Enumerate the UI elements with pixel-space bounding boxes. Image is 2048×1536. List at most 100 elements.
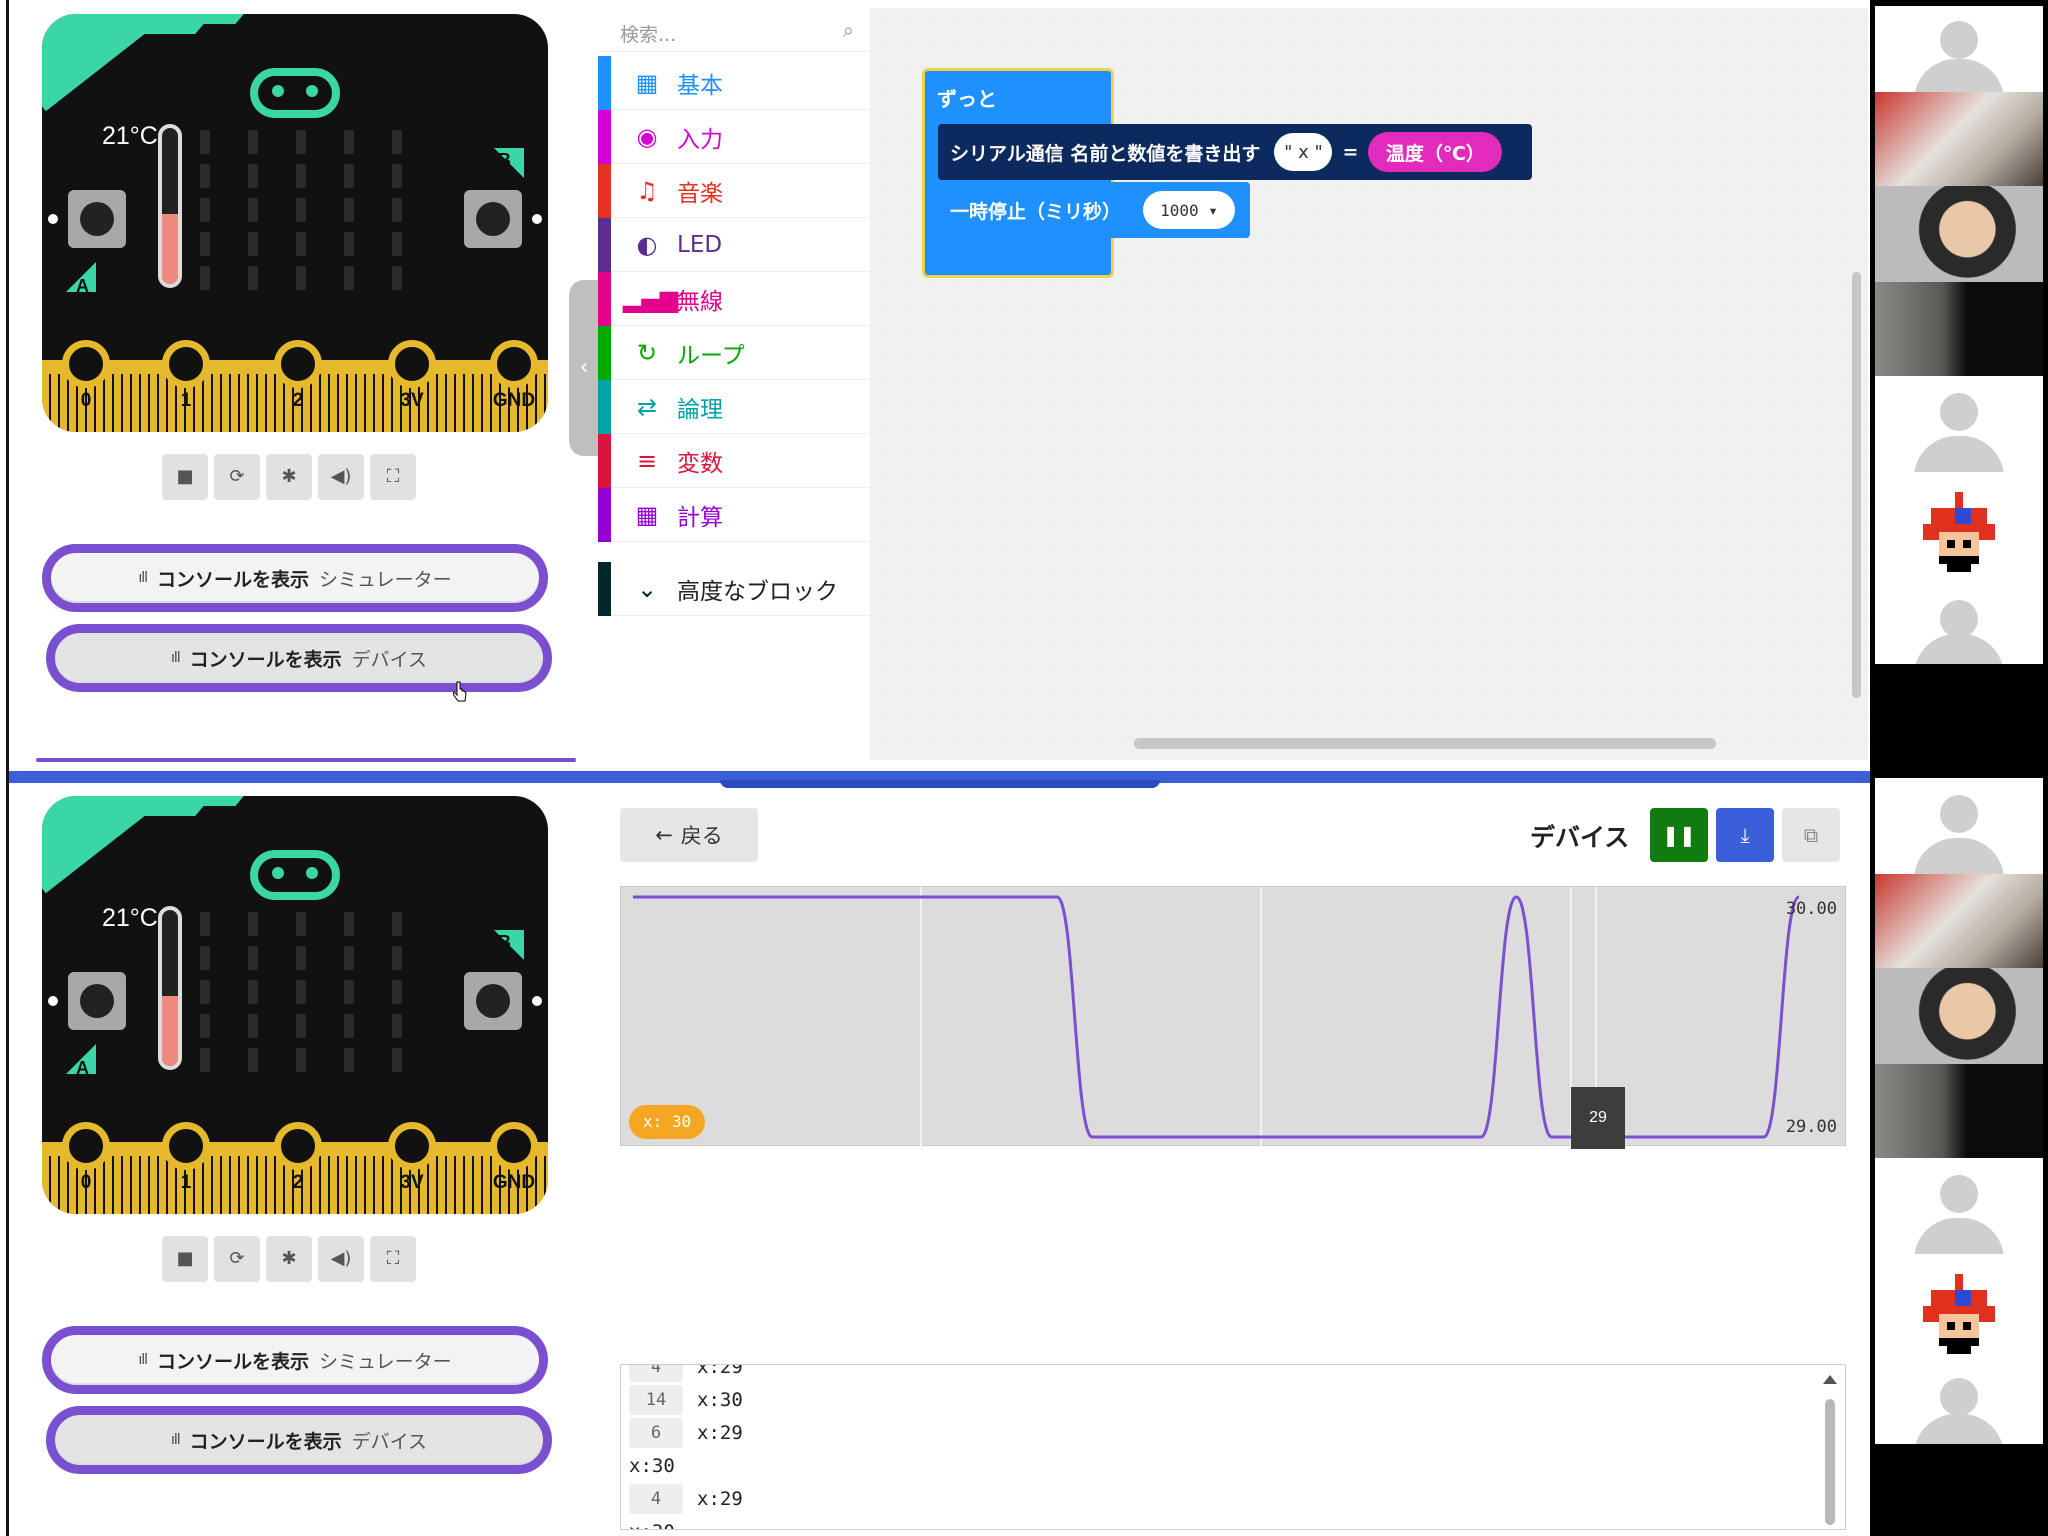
participant-video[interactable] (1875, 968, 2043, 1064)
participant-tile[interactable] (1875, 1364, 2043, 1444)
show-console-simulator-button[interactable]: ıll コンソールを表示 シミュレーター (42, 544, 548, 612)
serial-name-input[interactable]: " x " (1274, 133, 1333, 171)
serial-log[interactable]: 4 x:29 14 x:30 6 x:29 x:30 4 x:29 x:30 (620, 1364, 1846, 1530)
log-scrollbar[interactable] (1823, 1375, 1837, 1525)
participant-tile[interactable] (1875, 376, 2043, 472)
fullscreen-icon: ⛶ (386, 466, 400, 487)
participant-tile[interactable] (1875, 1254, 2043, 1364)
thermometer-slider[interactable] (158, 124, 182, 288)
fullscreen-button[interactable]: ⛶ (370, 454, 416, 500)
toolbox-collapse-button[interactable]: ‹ (569, 280, 599, 456)
restart-icon: ⟳ (229, 1248, 245, 1269)
temperature-reporter[interactable]: 温度（℃） (1368, 132, 1503, 172)
search-input[interactable]: 検索... (620, 20, 676, 47)
search-icon[interactable]: ⌕ (843, 18, 854, 42)
toolbox-category[interactable]: ▦ 基本 (598, 55, 870, 110)
show-console-simulator-button[interactable]: ıll コンソールを表示 シミュレーター (42, 1326, 548, 1394)
toolbox-category[interactable]: ⇄ 論理 (598, 379, 870, 434)
category-label: 音楽 (677, 180, 723, 207)
show-console-device-button[interactable]: ıll コンソールを表示 デバイス (46, 624, 552, 692)
avatar-icon (1940, 795, 1978, 834)
restart-button[interactable]: ⟳ (214, 1236, 260, 1282)
thermometer-slider[interactable] (158, 906, 182, 1070)
pin-label: 0 (80, 390, 92, 411)
toolbox-category[interactable]: ◐ LED (598, 217, 870, 272)
copy-button[interactable]: ⧉ (1782, 808, 1840, 862)
participant-video[interactable] (1875, 92, 2043, 186)
microbit-board[interactable]: 21°C A B 0 1 2 3V GND (42, 14, 548, 432)
stop-button[interactable]: ■ (162, 1236, 208, 1282)
debug-button[interactable]: ✱ (266, 454, 312, 500)
pause-block[interactable]: 一時停止（ミリ秒） 1000 ▾ (938, 182, 1250, 238)
avatar-icon (1914, 634, 2004, 664)
button-a[interactable] (68, 972, 126, 1030)
toolbox-category[interactable]: ♫ 音楽 (598, 163, 870, 218)
show-console-device-button[interactable]: ıll コンソールを表示 デバイス (46, 1406, 552, 1474)
led-pixel (248, 266, 258, 290)
button-b[interactable] (464, 190, 522, 248)
microbit-board[interactable]: 21°C A B 0 1 2 3V GND (42, 796, 548, 1214)
category-color-bar (598, 433, 611, 488)
participant-video[interactable] (1875, 874, 2043, 968)
button-b-label: B (498, 150, 511, 170)
forever-label: ずっと (937, 87, 997, 111)
pin-2[interactable] (274, 1122, 322, 1170)
bar-chart-icon: ıll (138, 570, 148, 586)
participant-tile[interactable] (1875, 6, 2043, 92)
participant-video[interactable] (1875, 282, 2043, 376)
restart-button[interactable]: ⟳ (214, 454, 260, 500)
button-a[interactable] (68, 190, 126, 248)
participant-video[interactable] (1875, 186, 2043, 282)
log-repeat-count: 6 (629, 1418, 683, 1448)
workspace-vertical-scrollbar[interactable] (1852, 272, 1861, 698)
debug-button[interactable]: ✱ (266, 1236, 312, 1282)
log-scroll-thumb[interactable] (1825, 1399, 1835, 1525)
pin-0[interactable] (62, 1122, 110, 1170)
fullscreen-button[interactable]: ⛶ (370, 1236, 416, 1282)
pin-gnd[interactable] (490, 1122, 538, 1170)
pin-3v[interactable] (388, 340, 436, 388)
microbit-logo-icon[interactable] (250, 850, 340, 900)
pin-gnd[interactable] (490, 340, 538, 388)
back-button[interactable]: ← 戻る (620, 808, 758, 862)
microbit-logo-icon[interactable] (250, 68, 340, 118)
toolbox-category[interactable]: ▦ 計算 (598, 487, 870, 542)
serial-write-value-block[interactable]: シリアル通信 名前と数値を書き出す " x " = 温度（℃） (938, 124, 1532, 180)
scroll-up-icon[interactable] (1823, 1375, 1837, 1384)
pin-0[interactable] (62, 340, 110, 388)
button-b[interactable] (464, 972, 522, 1030)
pin-1[interactable] (162, 340, 210, 388)
workspace-horizontal-scrollbar[interactable] (1134, 738, 1716, 749)
mute-button[interactable]: ◀) (318, 454, 364, 500)
avatar-icon (1940, 600, 1978, 639)
participant-tile[interactable] (1875, 778, 2043, 874)
download-button[interactable]: ⤓ (1716, 808, 1774, 862)
toolbox-category[interactable]: ◉ 入力 (598, 109, 870, 164)
log-text: x:29 (697, 1422, 743, 1444)
participant-tile[interactable] (1875, 472, 2043, 586)
pause-duration-dropdown[interactable]: 1000 ▾ (1143, 191, 1236, 229)
mute-button[interactable]: ◀) (318, 1236, 364, 1282)
stop-button[interactable]: ■ (162, 454, 208, 500)
category-label: ループ (677, 342, 745, 369)
pin-1[interactable] (162, 1122, 210, 1170)
toolbox-search[interactable]: 検索... ⌕ (598, 8, 870, 52)
pin-2[interactable] (274, 340, 322, 388)
thermometer-fill (162, 995, 178, 1066)
pause-button[interactable]: ❚❚ (1650, 808, 1708, 862)
chart-legend-badge[interactable]: x: 30 (629, 1105, 706, 1139)
board-edge-dot (48, 214, 58, 224)
toolbox-category[interactable]: ≡ 変数 (598, 433, 870, 488)
led-pixel (392, 164, 402, 188)
participant-video[interactable] (1875, 1064, 2043, 1158)
led-pixel (200, 198, 210, 222)
participant-tile[interactable] (1875, 586, 2043, 664)
log-repeat-count: 4 (629, 1484, 683, 1514)
toolbox-category[interactable]: ▂▄▆ 無線 (598, 271, 870, 326)
participant-tile[interactable] (1875, 1158, 2043, 1254)
pin-3v[interactable] (388, 1122, 436, 1170)
led-pixel (296, 1048, 306, 1072)
toolbox-category[interactable]: ↻ ループ (598, 325, 870, 380)
toolbox-advanced[interactable]: ⌄ 高度なブロック (598, 561, 870, 616)
serial-equals: = (1342, 141, 1359, 163)
